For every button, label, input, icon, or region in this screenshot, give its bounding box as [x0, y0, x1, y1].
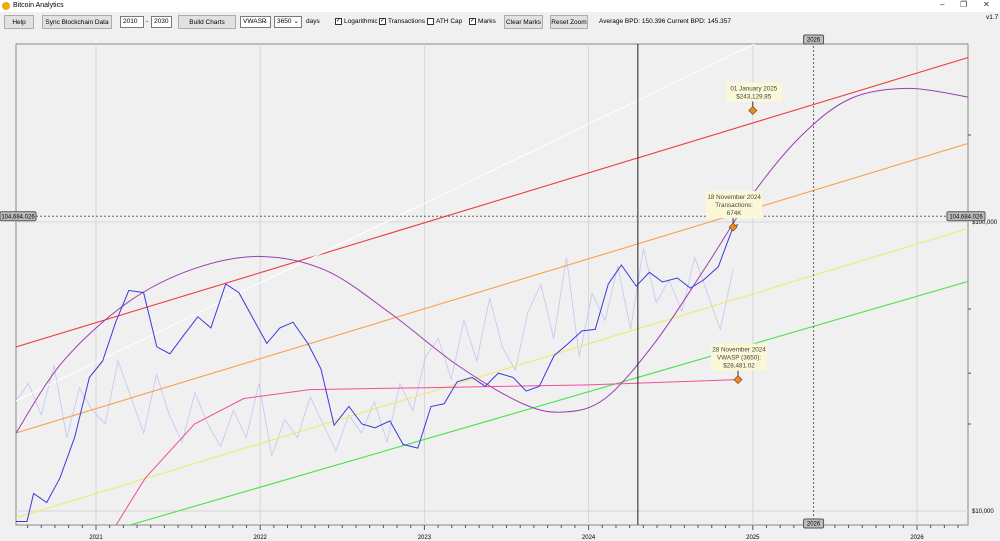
- crosshair-year-label-bottom: 2026: [807, 522, 821, 528]
- x-tick-label: 2021: [89, 535, 103, 541]
- x-tick-label: 2026: [910, 535, 924, 541]
- mark-tooltip-text: $243,129.85: [736, 93, 772, 100]
- x-tick-label: 2022: [254, 535, 268, 541]
- mark-tooltip-text: 18 November 2024: [707, 194, 761, 201]
- mark-tooltip-text: 01 January 2025: [730, 85, 777, 92]
- y-tick-label: $10,000: [972, 509, 994, 515]
- mark-tooltip-text: 674K: [727, 210, 743, 217]
- crosshair-price-label-right: 104,684.026: [949, 214, 983, 220]
- x-tick-label: 2025: [746, 535, 760, 541]
- crosshair-price-label-left: 104,684.026: [1, 214, 35, 220]
- mark-tooltip-text: $28,481.02: [723, 363, 755, 370]
- x-tick-label: 2023: [418, 535, 432, 541]
- x-tick-label: 2024: [582, 535, 596, 541]
- mark-tooltip-text: Transactions:: [715, 202, 753, 209]
- price-chart[interactable]: 2021 2022 2023 2024 2025 2026$10,000$100,0001…: [0, 0, 1000, 541]
- mark-tooltip-text: VWASP (3650):: [717, 355, 761, 362]
- mark-tooltip-text: 28 November 2024: [712, 347, 766, 354]
- crosshair-year-label-top: 2026: [807, 38, 821, 44]
- plot-area: [15, 43, 969, 526]
